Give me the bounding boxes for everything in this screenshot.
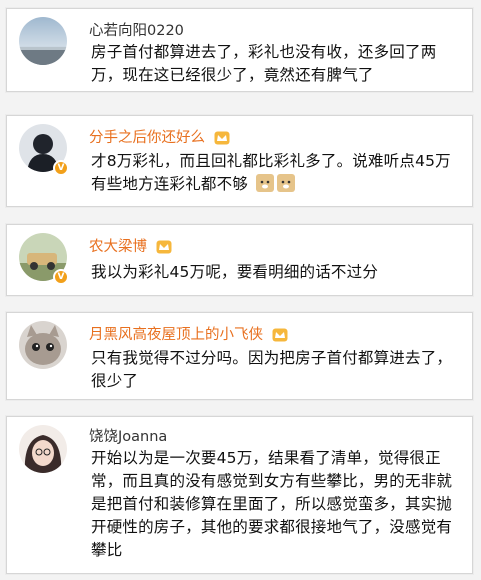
comment-card: 心若向阳0220 房子首付都算进去了，彩礼也没有收，还多回了两万，现在这已经很少… bbox=[6, 8, 473, 92]
username[interactable]: 分手之后你还好么 bbox=[89, 126, 230, 147]
comment-card: V 农大梁博 我以为彩礼45万呢，要看明细的话不过分 bbox=[6, 224, 473, 296]
comment-text: 房子首付都算进去了，彩礼也没有收，还多回了两万，现在这已经很少了，竟然还有脾气了 bbox=[91, 43, 437, 84]
comment-card: V 分手之后你还好么 才8万彩礼，而且回礼都比彩礼多了。说难听点45万有些地方连… bbox=[6, 115, 473, 207]
avatar[interactable] bbox=[19, 17, 67, 65]
username-label: 农大梁博 bbox=[89, 239, 147, 255]
vip-crown-icon bbox=[214, 131, 230, 145]
comment-text: 我以为彩礼45万呢，要看明细的话不过分 bbox=[91, 263, 379, 281]
doge-emoji-icon bbox=[277, 174, 296, 192]
comment-card: 月黑风高夜屋顶上的小飞侠 只有我觉得不过分吗。因为把房子首付都算进去了，很少了 bbox=[6, 312, 473, 400]
username[interactable]: 月黑风高夜屋顶上的小飞侠 bbox=[89, 323, 288, 344]
comment-card: 饶饶Joanna 开始以为是一次要45万，结果看了清单，觉得很正常，而且真的没有… bbox=[6, 416, 473, 574]
comment-text: 只有我觉得不过分吗。因为把房子首付都算进去了，很少了 bbox=[91, 349, 453, 390]
avatar[interactable] bbox=[19, 425, 67, 473]
comment-text: 才8万彩礼，而且回礼都比彩礼多了。说难听点45万有些地方连彩礼都不够 bbox=[91, 150, 462, 196]
username[interactable]: 农大梁博 bbox=[89, 235, 172, 256]
verified-badge-icon: V bbox=[53, 160, 69, 176]
doge-emoji-icon bbox=[256, 174, 275, 192]
avatar[interactable] bbox=[19, 321, 67, 369]
verified-badge-icon: V bbox=[53, 269, 69, 285]
avatar-girl-image bbox=[19, 425, 67, 473]
vip-crown-icon bbox=[272, 328, 288, 342]
avatar-sky-image bbox=[19, 17, 67, 65]
comment-text: 开始以为是一次要45万，结果看了清单，觉得很正常，而且真的没有感觉到女方有些攀比… bbox=[91, 449, 453, 559]
avatar-cat-image bbox=[19, 321, 67, 369]
username-label: 月黑风高夜屋顶上的小飞侠 bbox=[89, 327, 263, 343]
username[interactable]: 心若向阳0220 bbox=[89, 19, 184, 40]
username-label: 分手之后你还好么 bbox=[89, 130, 205, 146]
username[interactable]: 饶饶Joanna bbox=[89, 425, 167, 446]
vip-crown-icon bbox=[156, 240, 172, 254]
